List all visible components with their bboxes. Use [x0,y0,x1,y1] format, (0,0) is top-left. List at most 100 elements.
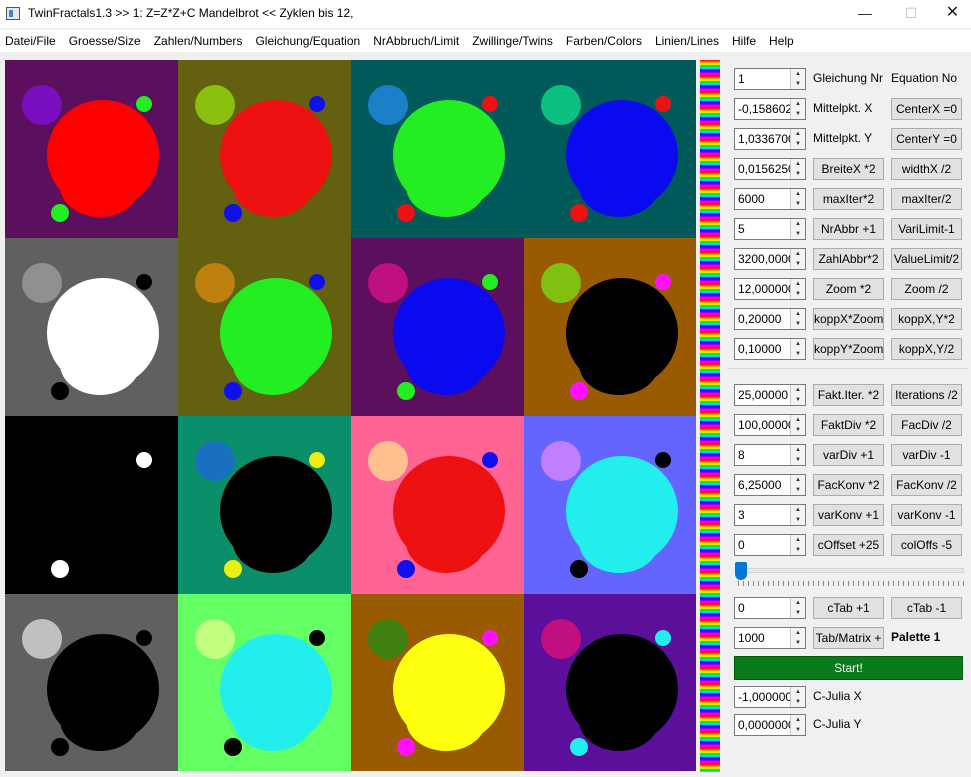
fractal-tile[interactable] [524,416,696,594]
param-increase-button[interactable]: koppY*Zoom [813,338,884,360]
spin-arrows[interactable]: ▲ ▼ [790,535,805,555]
spin-arrows[interactable]: ▲ ▼ [790,189,805,209]
param-decrease-button[interactable]: VariLimit-1 [891,218,962,240]
menu-equation[interactable]: Gleichung/Equation [250,30,368,52]
slider-thumb[interactable] [735,562,747,580]
spin-up-icon[interactable]: ▲ [791,249,805,259]
fractal-tile[interactable] [351,238,524,416]
fractal-tile[interactable] [524,594,696,771]
fractal-tile[interactable] [5,594,178,771]
param-decrease-button[interactable]: CenterX =0 [891,98,962,120]
factor-spinbox[interactable]: 8 ▲ ▼ [734,444,806,466]
factor-decrease-button[interactable]: FacKonv /2 [891,474,962,496]
spin-down-icon[interactable]: ▼ [791,259,805,269]
param-decrease-button[interactable]: ValueLimit/2 [891,248,962,270]
spin-down-icon[interactable]: ▼ [791,455,805,465]
maximize-button[interactable]: ☐ [888,0,934,28]
spin-up-icon[interactable]: ▲ [791,339,805,349]
menu-colors[interactable]: Farben/Colors [561,30,650,52]
minimize-button[interactable]: — [842,0,888,28]
spin-up-icon[interactable]: ▲ [791,628,805,638]
factor-increase-button[interactable]: FacKonv *2 [813,474,884,496]
spin-arrows[interactable]: ▲ ▼ [790,129,805,149]
param-spinbox[interactable]: 1,0336700 ▲ ▼ [734,128,806,150]
spin-up-icon[interactable]: ▲ [791,159,805,169]
spin-up-icon[interactable]: ▲ [791,475,805,485]
julia-spinbox-value[interactable]: 0,0000000 [738,718,790,732]
spin-arrows[interactable]: ▲ ▼ [790,687,805,707]
spin-arrows[interactable]: ▲ ▼ [790,249,805,269]
fractal-canvas[interactable] [5,60,696,771]
fractal-tile[interactable] [524,60,696,238]
spin-arrows[interactable]: ▲ ▼ [790,385,805,405]
factor-spinbox-value[interactable]: 100,00000 [738,418,790,432]
factor-spinbox-value[interactable]: 0 [738,538,790,552]
param-spinbox[interactable]: 3200,0000 ▲ ▼ [734,248,806,270]
tab-spinbox[interactable]: 0 ▲ ▼ [734,597,806,619]
spin-up-icon[interactable]: ▲ [791,445,805,455]
spin-down-icon[interactable]: ▼ [791,109,805,119]
factor-spinbox-value[interactable]: 3 [738,508,790,522]
spin-arrows[interactable]: ▲ ▼ [790,279,805,299]
menu-lines[interactable]: Linien/Lines [650,30,727,52]
factor-decrease-button[interactable]: Iterations /2 [891,384,962,406]
spin-arrows[interactable]: ▲ ▼ [790,715,805,735]
spin-up-icon[interactable]: ▲ [791,715,805,725]
spin-down-icon[interactable]: ▼ [791,725,805,735]
spin-up-icon[interactable]: ▲ [791,99,805,109]
spin-arrows[interactable]: ▲ ▼ [790,598,805,618]
close-button[interactable]: ✕ [934,0,971,28]
spin-up-icon[interactable]: ▲ [791,535,805,545]
factor-spinbox[interactable]: 25,00000 ▲ ▼ [734,384,806,406]
param-increase-button[interactable]: koppX*Zoom [813,308,884,330]
spin-down-icon[interactable]: ▼ [791,638,805,648]
spin-down-icon[interactable]: ▼ [791,229,805,239]
spin-down-icon[interactable]: ▼ [791,139,805,149]
factor-spinbox[interactable]: 3 ▲ ▼ [734,504,806,526]
julia-spinbox-value[interactable]: -1,0000000 [738,690,790,704]
spin-up-icon[interactable]: ▲ [791,415,805,425]
factor-decrease-button[interactable]: FacDiv /2 [891,414,962,436]
tab-spinbox-value[interactable]: 0 [738,601,790,615]
spin-down-icon[interactable]: ▼ [791,515,805,525]
factor-increase-button[interactable]: varKonv +1 [813,504,884,526]
fractal-tile[interactable] [5,416,178,594]
spin-up-icon[interactable]: ▲ [791,69,805,79]
spin-down-icon[interactable]: ▼ [791,425,805,435]
param-decrease-button[interactable]: CenterY =0 [891,128,962,150]
param-decrease-button[interactable]: koppX,Y*2 [891,308,962,330]
param-spinbox-value[interactable]: 1 [738,72,790,86]
spin-up-icon[interactable]: ▲ [791,505,805,515]
menu-file[interactable]: Datei/File [0,30,64,52]
param-decrease-button[interactable]: koppX,Y/2 [891,338,962,360]
param-spinbox[interactable]: 0,0156250 ▲ ▼ [734,158,806,180]
julia-spinbox[interactable]: 0,0000000 ▲ ▼ [734,714,806,736]
spin-up-icon[interactable]: ▲ [791,129,805,139]
factor-spinbox-value[interactable]: 8 [738,448,790,462]
menu-twins[interactable]: Zwillinge/Twins [467,30,561,52]
factor-spinbox[interactable]: 6,25000 ▲ ▼ [734,474,806,496]
tab-spinbox-value[interactable]: 1000 [738,631,790,645]
param-increase-button[interactable]: Zoom *2 [813,278,884,300]
param-spinbox-value[interactable]: 0,20000 [738,312,790,326]
spin-down-icon[interactable]: ▼ [791,349,805,359]
slider-track[interactable] [736,568,964,573]
fractal-tile[interactable] [178,60,351,238]
spin-arrows[interactable]: ▲ ▼ [790,475,805,495]
julia-spinbox[interactable]: -1,0000000▲▼ [734,686,806,708]
fractal-tile[interactable] [5,60,178,238]
param-spinbox[interactable]: 5 ▲ ▼ [734,218,806,240]
menu-numbers[interactable]: Zahlen/Numbers [149,30,251,52]
spin-arrows[interactable]: ▲ ▼ [790,309,805,329]
spin-up-icon[interactable]: ▲ [791,189,805,199]
spin-arrows[interactable]: ▲ ▼ [790,219,805,239]
param-increase-button[interactable]: NrAbbr +1 [813,218,884,240]
param-increase-button[interactable]: ZahlAbbr*2 [813,248,884,270]
spin-arrows[interactable]: ▲ ▼ [790,99,805,119]
fractal-tile[interactable] [351,594,524,771]
spin-arrows[interactable]: ▲ ▼ [790,159,805,179]
spin-up-icon[interactable]: ▲ [791,598,805,608]
factor-spinbox-value[interactable]: 25,00000 [738,388,790,402]
menu-limit[interactable]: NrAbbruch/Limit [368,30,467,52]
param-spinbox[interactable]: 0,10000 ▲ ▼ [734,338,806,360]
